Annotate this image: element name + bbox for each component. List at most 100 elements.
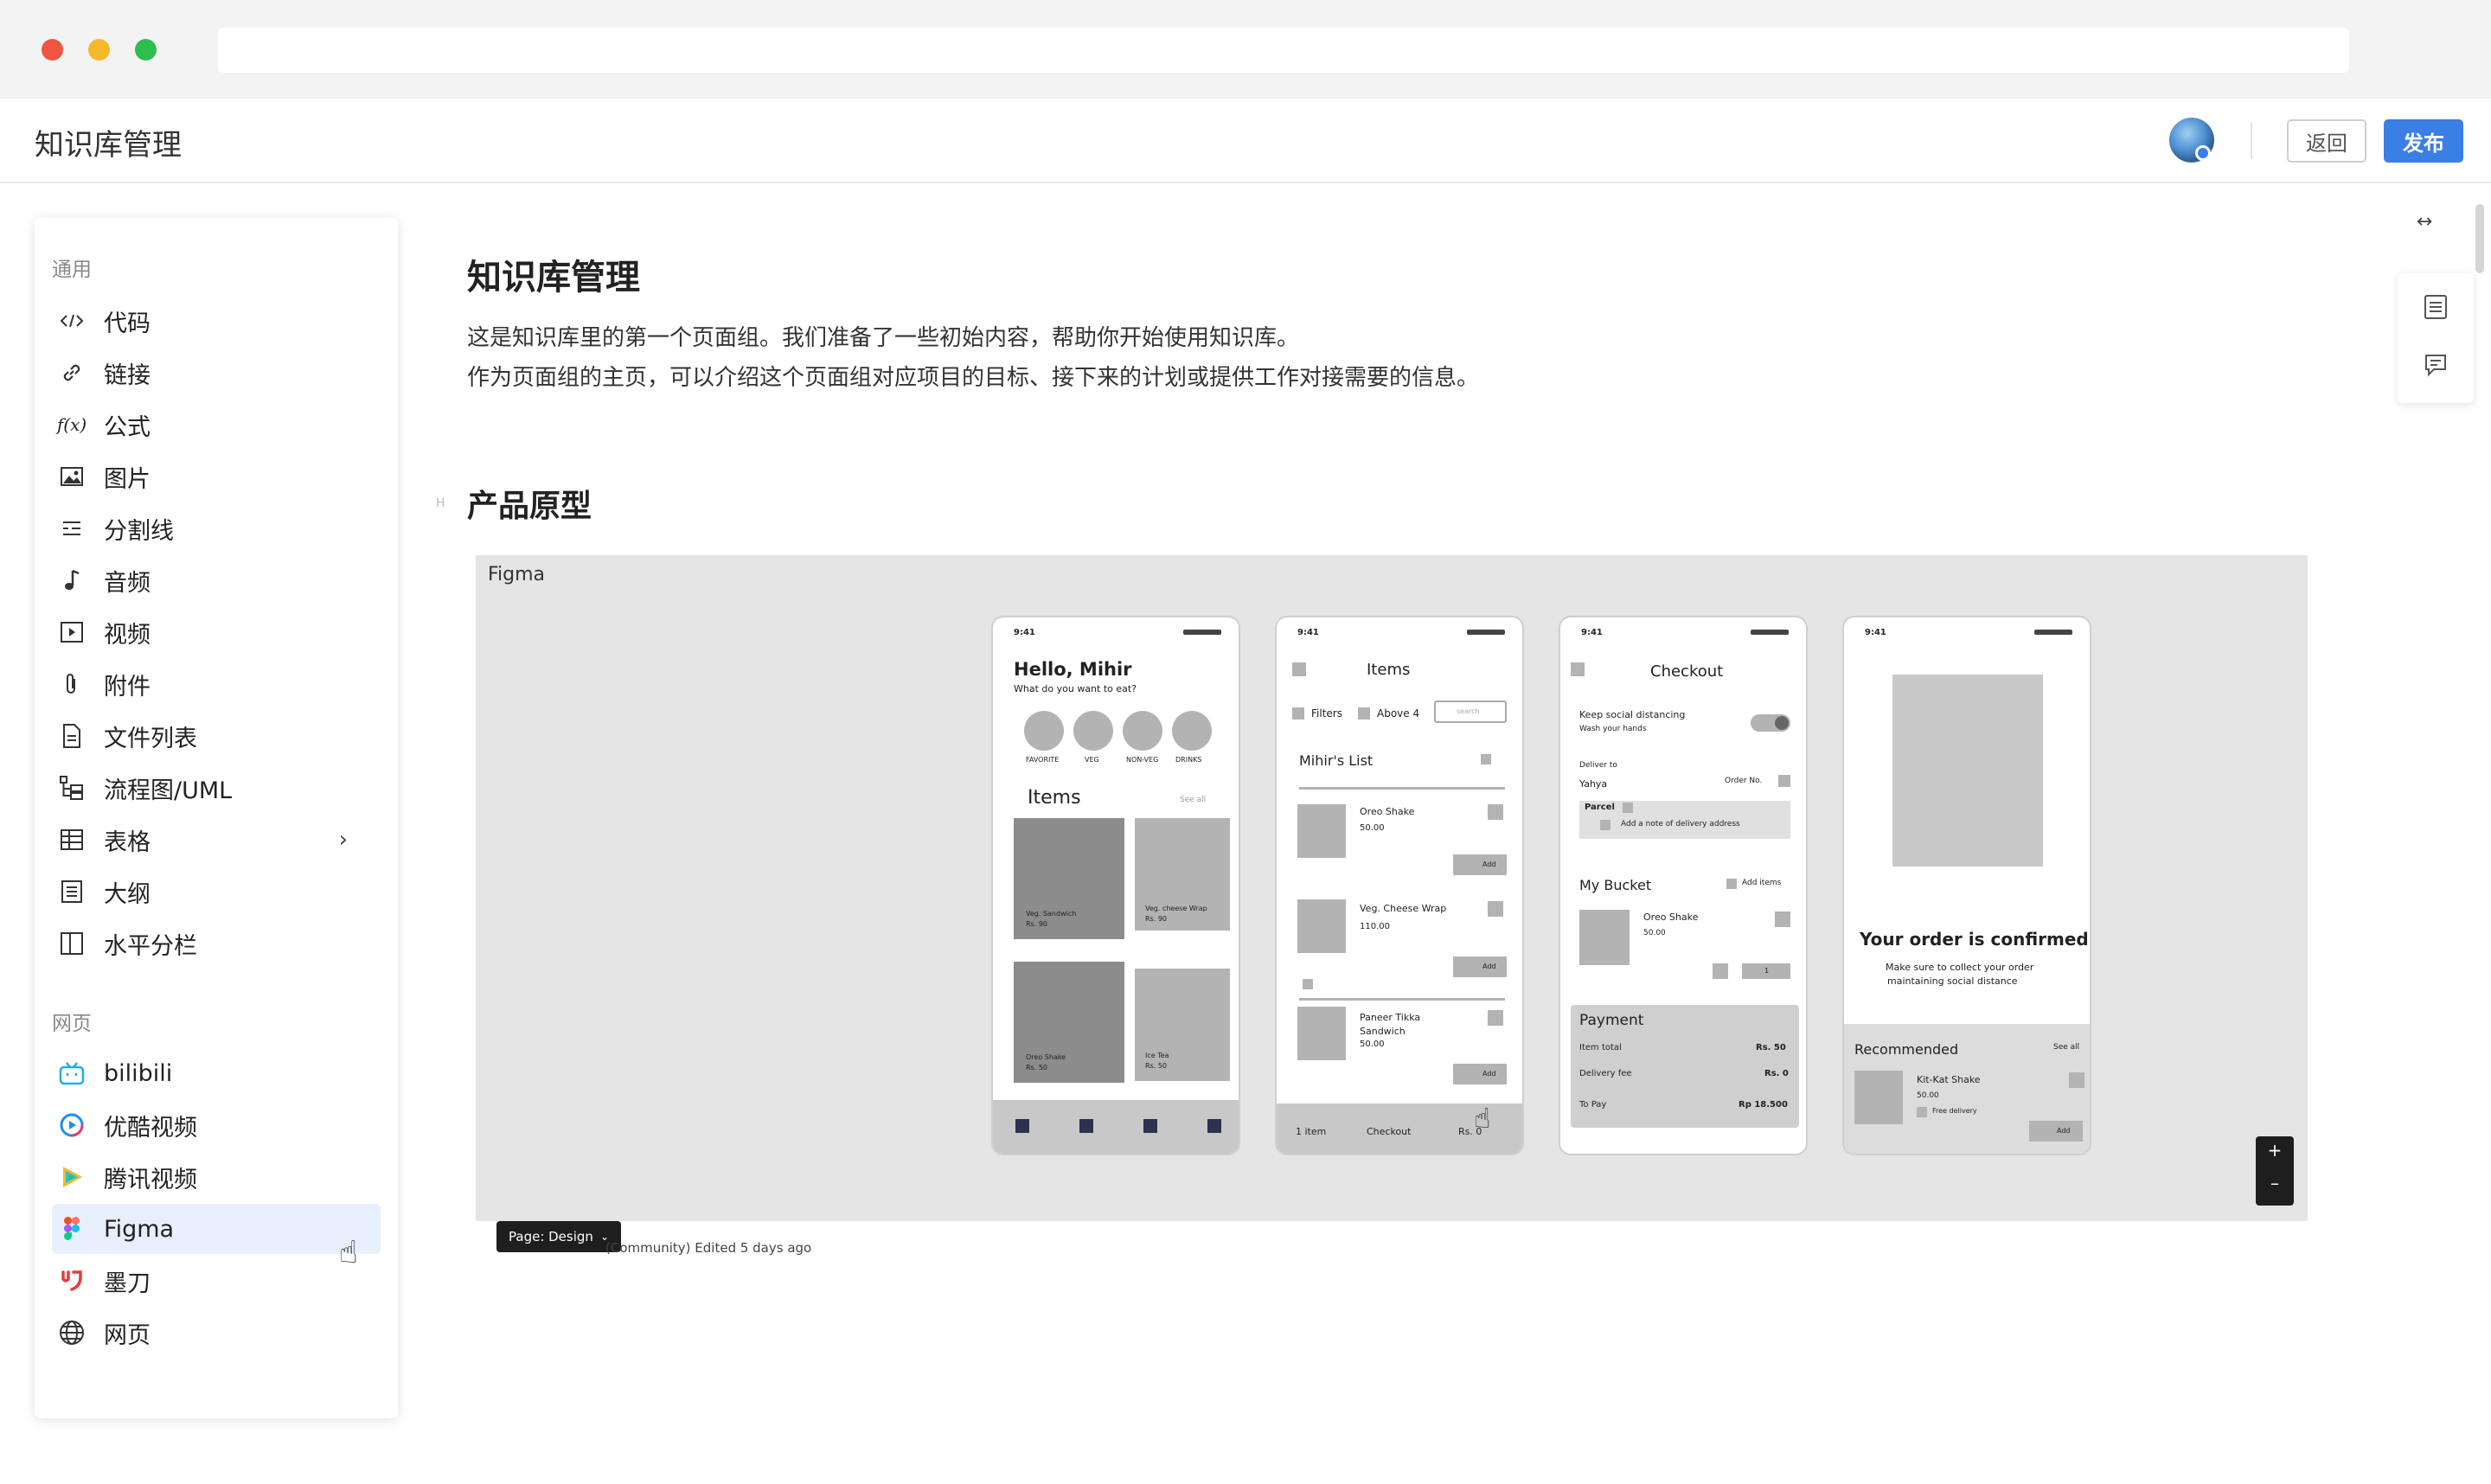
youku-icon bbox=[57, 1110, 86, 1140]
item-price: 50.00 bbox=[1643, 929, 1666, 937]
figma-embed[interactable]: Figma 9:41 Hello, Mihir What do you want… bbox=[476, 555, 2308, 1221]
card-name: Oreo Shake bbox=[1026, 1053, 1066, 1061]
menu-item-figma[interactable]: Figma bbox=[52, 1204, 381, 1254]
category-label: NON-VEG bbox=[1126, 756, 1159, 764]
category-circle bbox=[1172, 711, 1212, 751]
parcel-label: Parcel bbox=[1585, 803, 1615, 812]
maximize-window-button[interactable] bbox=[135, 39, 157, 61]
menu-item-outline[interactable]: 大纲 bbox=[52, 867, 381, 917]
checkbox bbox=[1623, 803, 1633, 813]
payment-title: Payment bbox=[1579, 1012, 1644, 1029]
menu-item-youku[interactable]: 优酷视频 bbox=[52, 1100, 381, 1150]
card-price: Rs. 50 bbox=[1145, 1062, 1167, 1070]
filter-label: Filters bbox=[1311, 707, 1342, 720]
checkbox bbox=[1600, 820, 1611, 830]
status-icons bbox=[2034, 630, 2072, 635]
menu-item-table[interactable]: 表格 › bbox=[52, 815, 381, 865]
figma-page-selector[interactable]: Page: Design ⌄ bbox=[496, 1221, 621, 1252]
menu-item-attachment[interactable]: 附件 bbox=[52, 659, 381, 709]
expand-width-icon[interactable]: ↔ bbox=[2417, 211, 2432, 233]
menu-item-code[interactable]: 代码 bbox=[52, 296, 381, 346]
menu-item-tencent-video[interactable]: 腾讯视频 bbox=[52, 1152, 381, 1202]
document-title: 知识库管理 bbox=[467, 258, 640, 297]
card-name: Ice Tea bbox=[1145, 1052, 1169, 1059]
item-price: 50.00 bbox=[1917, 1091, 1939, 1100]
checkout-title: Checkout bbox=[1650, 662, 1724, 681]
hand-cursor-icon: ☝ bbox=[1474, 1102, 1491, 1135]
notice-sub: Wash your hands bbox=[1579, 725, 1647, 733]
menu-item-label: 视频 bbox=[104, 621, 150, 649]
add-button: Add bbox=[1453, 854, 1507, 875]
menu-item-label: 音频 bbox=[104, 569, 150, 597]
minimize-window-button[interactable] bbox=[88, 39, 110, 61]
menu-item-label: 公式 bbox=[104, 413, 150, 441]
menu-item-video[interactable]: 视频 bbox=[52, 607, 381, 657]
item-price: 50.00 bbox=[1360, 1039, 1385, 1049]
status-icons bbox=[1467, 630, 1505, 635]
qty-value: 1 bbox=[1742, 963, 1790, 979]
phone-frame-items: 9:41 Items Filters Above 4 search Mihir'… bbox=[1275, 616, 1524, 1155]
phone-frame-confirmed: 9:41 Your order is confirmed! Make sure … bbox=[1842, 616, 2091, 1155]
bucket-title: My Bucket bbox=[1579, 877, 1652, 893]
checkbox bbox=[1292, 707, 1304, 720]
add-button: Add bbox=[2029, 1121, 2083, 1142]
payment-row-value: Rp 18.500 bbox=[1739, 1100, 1788, 1110]
category-label: FAVORITE bbox=[1026, 756, 1060, 764]
menu-item-label: bilibili bbox=[104, 1059, 173, 1087]
scrollbar[interactable] bbox=[2475, 204, 2484, 273]
menu-item-link[interactable]: 链接 bbox=[52, 348, 381, 398]
menu-section-web: 网页 bbox=[52, 1013, 92, 1035]
greeting-text: Hello, Mihir bbox=[1014, 659, 1132, 680]
publish-button[interactable]: 发布 bbox=[2384, 119, 2463, 163]
menu-item-audio[interactable]: 音频 bbox=[52, 555, 381, 605]
menu-item-flowchart[interactable]: 流程图/UML bbox=[52, 763, 381, 813]
status-icons bbox=[1183, 630, 1221, 635]
menu-item-columns[interactable]: 水平分栏 bbox=[52, 918, 381, 969]
back-icon bbox=[1571, 662, 1585, 676]
checkbox bbox=[1726, 879, 1737, 889]
document-paragraph: 作为页面组的主页，可以介绍这个页面组对应项目的目标、接下来的计划或提供工作对接需… bbox=[467, 365, 1480, 391]
zoom-in-button[interactable]: + bbox=[2256, 1140, 2294, 1161]
close-window-button[interactable] bbox=[42, 39, 63, 61]
menu-item-label: Figma bbox=[104, 1215, 175, 1243]
category-label: DRINKS bbox=[1175, 756, 1202, 764]
menu-item-image[interactable]: 图片 bbox=[52, 451, 381, 502]
menu-item-modao[interactable]: 墨刀 bbox=[52, 1256, 381, 1306]
code-icon bbox=[57, 306, 86, 336]
menu-item-file-list[interactable]: 文件列表 bbox=[52, 711, 381, 761]
menu-item-divider[interactable]: 分割线 bbox=[52, 503, 381, 553]
outline-toc-icon[interactable] bbox=[2424, 294, 2448, 323]
figma-embed-label: Figma bbox=[488, 564, 546, 585]
zoom-out-button[interactable]: – bbox=[2256, 1173, 2294, 1193]
globe-icon bbox=[57, 1318, 86, 1347]
menu-item-label: 附件 bbox=[104, 673, 150, 700]
menu-item-bilibili[interactable]: bilibili bbox=[52, 1048, 381, 1098]
list-checkbox bbox=[1481, 754, 1491, 764]
status-time: 9:41 bbox=[1297, 628, 1319, 637]
notice-text: Keep social distancing bbox=[1579, 709, 1686, 720]
image-icon bbox=[57, 462, 86, 491]
item-thumb bbox=[1579, 910, 1630, 965]
address-bar[interactable] bbox=[218, 28, 2349, 73]
category-circle bbox=[1024, 711, 1064, 751]
category-label: VEG bbox=[1085, 756, 1099, 764]
menu-item-label: 墨刀 bbox=[104, 1270, 150, 1297]
zoom-control: + – bbox=[2256, 1136, 2294, 1206]
menu-item-formula[interactable]: f(x) 公式 bbox=[52, 400, 381, 450]
columns-icon bbox=[57, 929, 86, 958]
divider bbox=[1299, 998, 1505, 1001]
menu-item-webpage[interactable]: 网页 bbox=[52, 1308, 381, 1358]
add-button: Add bbox=[1453, 956, 1507, 977]
item-thumb bbox=[1854, 1071, 1903, 1124]
comment-icon[interactable] bbox=[2424, 353, 2448, 381]
hand-cursor-icon: ☝ bbox=[339, 1235, 358, 1270]
card-price: Rs. 50 bbox=[1026, 1064, 1047, 1071]
checkbox bbox=[1917, 1107, 1927, 1117]
card-name: Veg. cheese Wrap bbox=[1145, 905, 1207, 912]
table-icon bbox=[57, 825, 86, 854]
food-card bbox=[1135, 818, 1230, 931]
heading-marker[interactable]: H bbox=[436, 496, 445, 510]
category-circle bbox=[1123, 711, 1162, 751]
back-button[interactable]: 返回 bbox=[2287, 119, 2366, 163]
flowchart-icon bbox=[57, 773, 86, 803]
